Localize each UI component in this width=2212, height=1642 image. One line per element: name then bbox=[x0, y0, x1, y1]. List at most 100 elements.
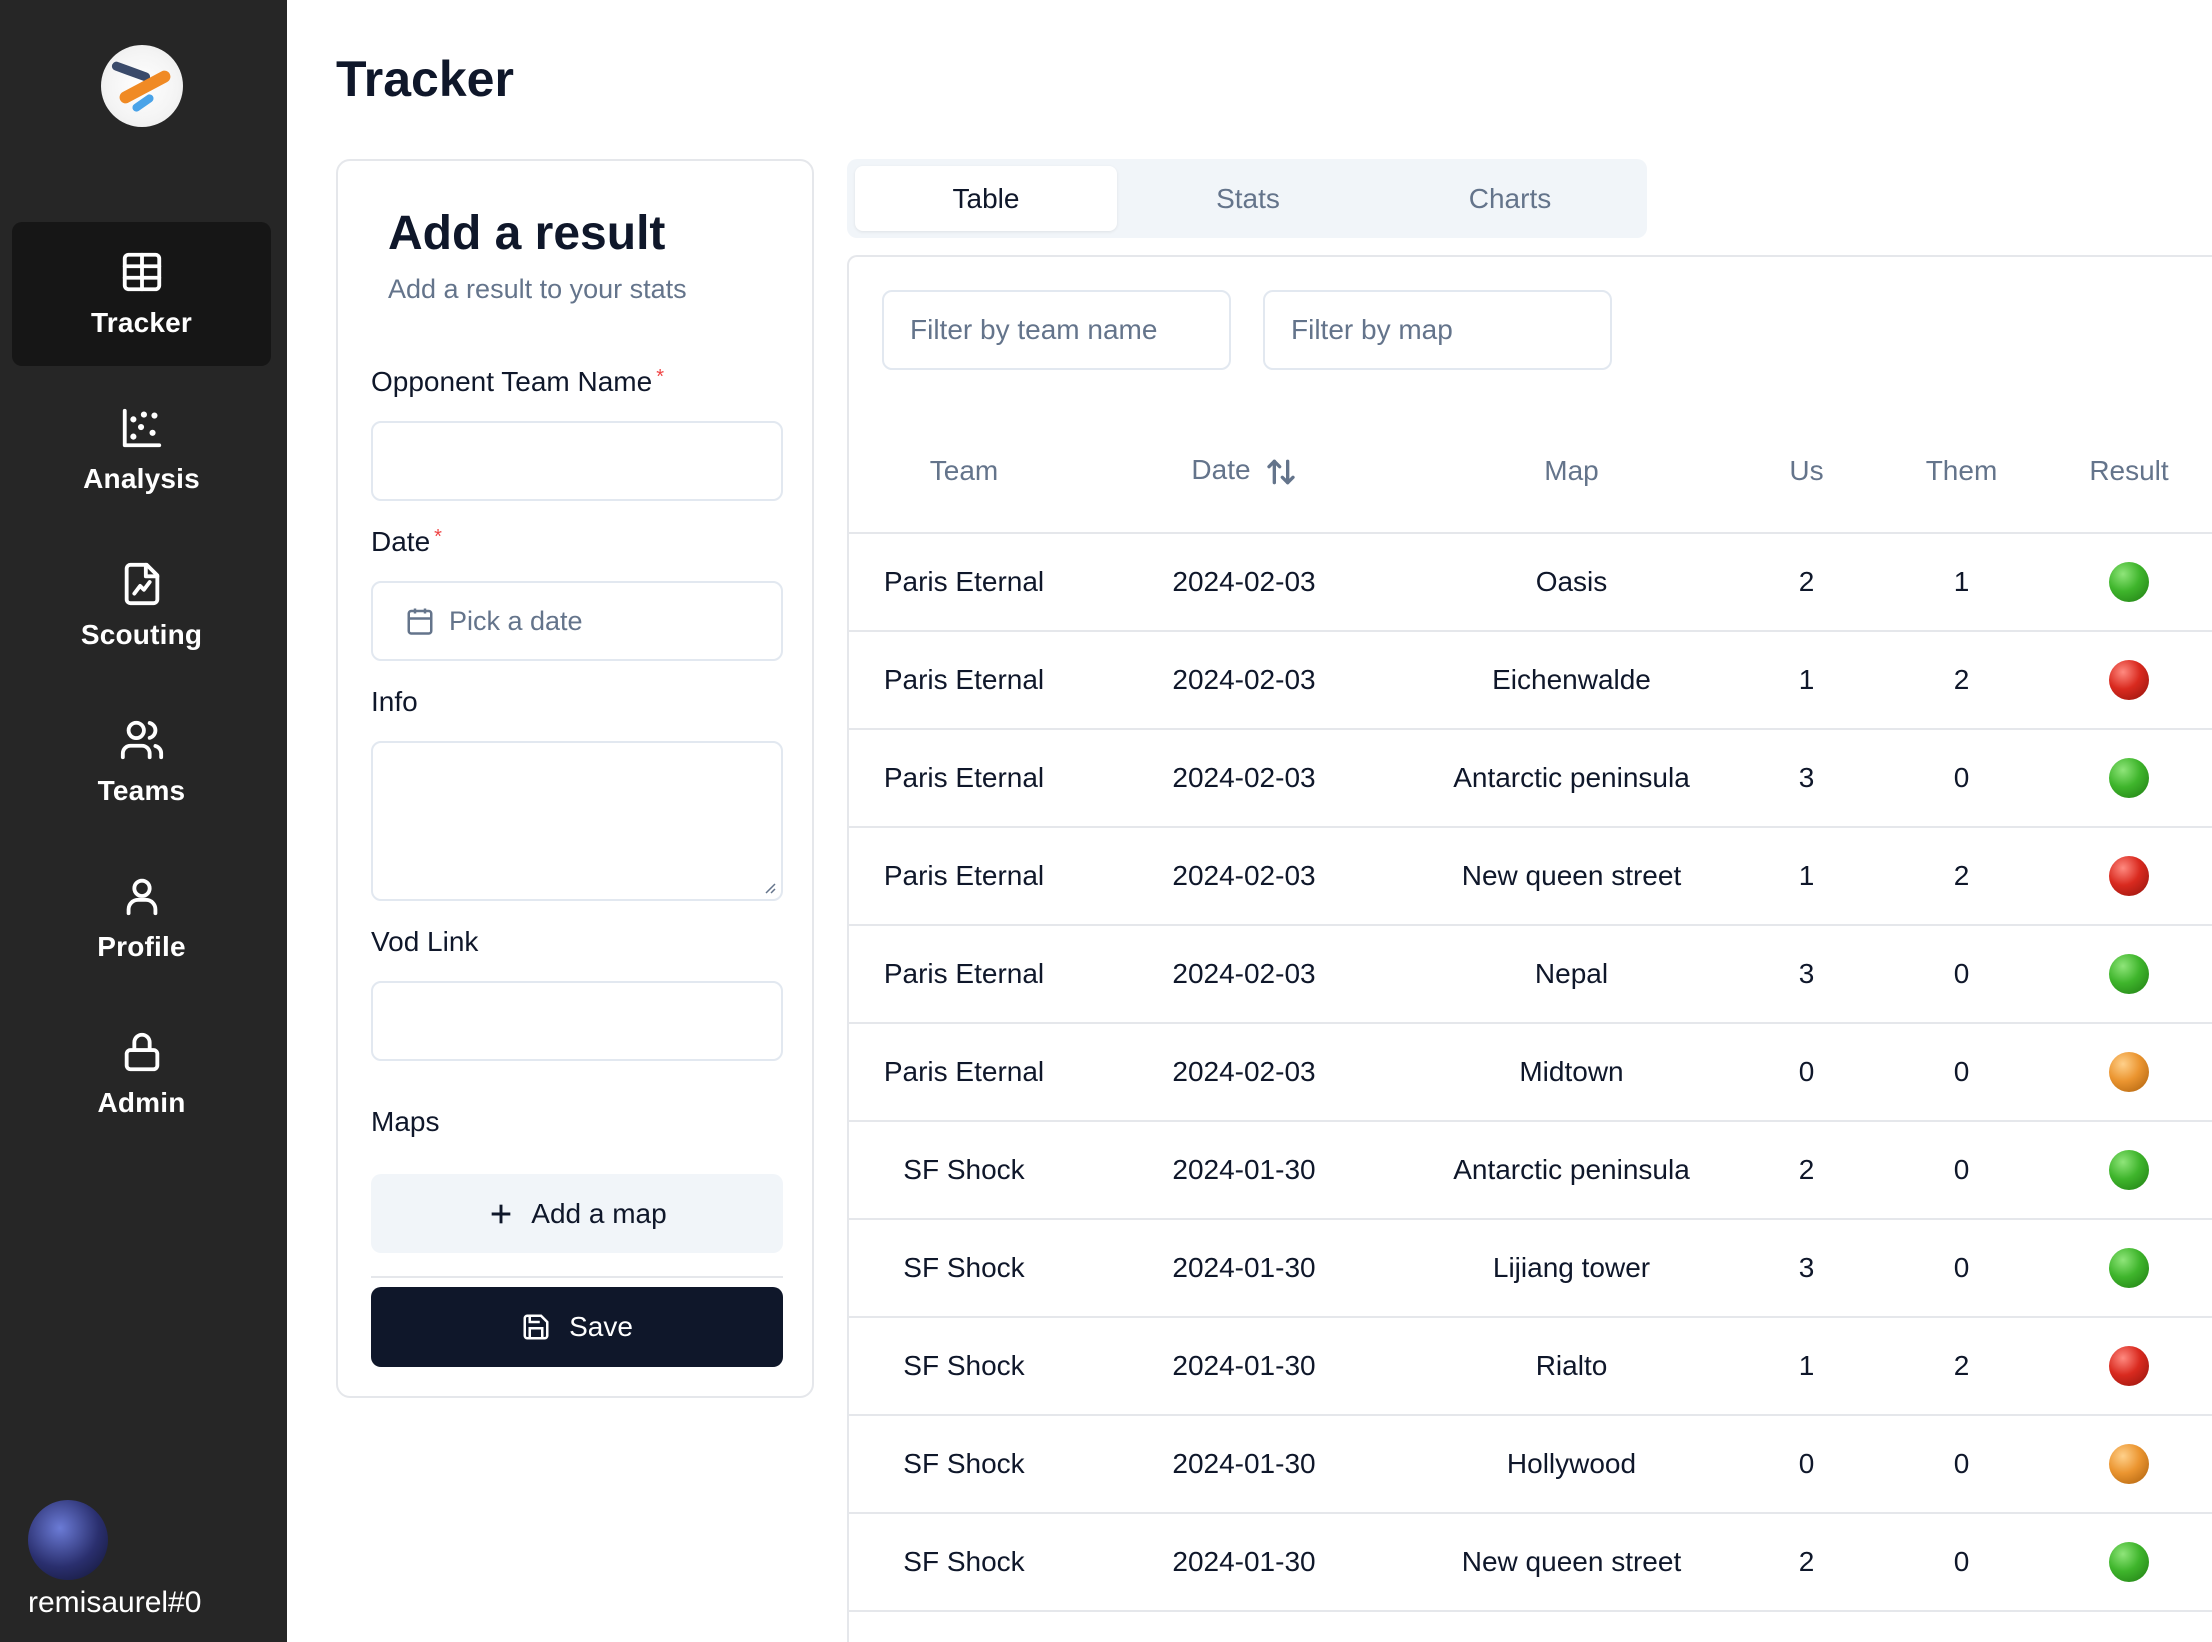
info-label: Info bbox=[371, 686, 418, 717]
vod-link-label: Vod Link bbox=[371, 926, 479, 957]
card-subtitle: Add a result to your stats bbox=[388, 274, 687, 304]
vod-link-input[interactable] bbox=[371, 981, 783, 1061]
table-row[interactable]: Paris Eternal 2024-02-03 Nepal 3 0 bbox=[849, 925, 2212, 1024]
table-row[interactable]: SF Shock 2024-01-30 Lijiang tower 3 0 bbox=[849, 1219, 2212, 1318]
info-textarea[interactable] bbox=[371, 741, 783, 901]
scatter-chart-icon bbox=[122, 408, 161, 448]
date-cell: 2024-01-30 bbox=[1079, 1219, 1409, 1318]
result-cell bbox=[2044, 533, 2212, 632]
them-score-cell: 2 bbox=[1879, 1317, 2044, 1416]
result-win-icon bbox=[2109, 1248, 2149, 1288]
them-score-cell: 0 bbox=[1879, 1415, 2044, 1514]
save-label: Save bbox=[569, 1311, 633, 1342]
calendar-icon bbox=[407, 608, 433, 635]
sidebar-item-analysis[interactable]: Analysis bbox=[12, 378, 271, 522]
add-result-card: Add a result Add a result to your stats … bbox=[336, 159, 814, 1398]
add-map-button[interactable]: Add a map bbox=[371, 1174, 783, 1253]
opponent-team-label: Opponent Team Name * bbox=[371, 366, 664, 397]
results-table: Team Date Map Us Them Result Paris Etern… bbox=[849, 410, 2212, 1612]
view-tabs: Table Stats Charts bbox=[847, 159, 1647, 238]
result-win-icon bbox=[2109, 954, 2149, 994]
sidebar-item-scouting[interactable]: Scouting bbox=[12, 534, 271, 678]
them-score-cell: 0 bbox=[1879, 1121, 2044, 1220]
map-cell: Hollywood bbox=[1409, 1415, 1734, 1514]
date-cell: 2024-02-03 bbox=[1079, 1023, 1409, 1122]
us-score-cell: 0 bbox=[1734, 1415, 1879, 1514]
sidebar-item-teams[interactable]: Teams bbox=[12, 690, 271, 834]
table-row[interactable]: Paris Eternal 2024-02-03 Antarctic peninsu… bbox=[849, 729, 2212, 828]
column-header-team: Team bbox=[849, 410, 1079, 534]
result-draw-icon bbox=[2109, 1052, 2149, 1092]
save-button[interactable]: Save bbox=[371, 1287, 783, 1367]
result-cell bbox=[2044, 729, 2212, 828]
us-score-cell: 1 bbox=[1734, 631, 1879, 730]
sort-icon[interactable] bbox=[1265, 456, 1297, 488]
date-cell: 2024-02-03 bbox=[1079, 827, 1409, 926]
table-row[interactable]: Paris Eternal 2024-02-03 Midtown 0 0 bbox=[849, 1023, 2212, 1122]
us-score-cell: 1 bbox=[1734, 1317, 1879, 1416]
table-header-row: Team Date Map Us Them Result bbox=[849, 410, 2212, 534]
team-filter-input[interactable] bbox=[882, 290, 1231, 370]
table-row[interactable]: Paris Eternal 2024-02-03 New queen street 1… bbox=[849, 827, 2212, 926]
them-score-cell: 0 bbox=[1879, 925, 2044, 1024]
card-title: Add a result bbox=[388, 207, 666, 260]
sidebar-item-label: Profile bbox=[97, 931, 186, 962]
result-cell bbox=[2044, 1121, 2212, 1220]
sidebar-item-profile[interactable]: Profile bbox=[12, 846, 271, 990]
us-score-cell: 2 bbox=[1734, 533, 1879, 632]
column-header-them: Them bbox=[1879, 410, 2044, 534]
date-cell: 2024-01-30 bbox=[1079, 1121, 1409, 1220]
table-row[interactable]: Paris Eternal 2024-02-03 Oasis 2 1 bbox=[849, 533, 2212, 632]
table-row[interactable]: SF Shock 2024-01-30 Antarctic peninsula 2 0 bbox=[849, 1121, 2212, 1220]
team-cell: SF Shock bbox=[849, 1317, 1079, 1416]
date-cell: 2024-01-30 bbox=[1079, 1317, 1409, 1416]
required-mark: * bbox=[434, 526, 442, 548]
table-row[interactable]: SF Shock 2024-01-30 Hollywood 0 0 bbox=[849, 1415, 2212, 1514]
map-cell: Lijiang tower bbox=[1409, 1219, 1734, 1318]
resize-grip-icon[interactable] bbox=[763, 881, 777, 895]
result-loss-icon bbox=[2109, 660, 2149, 700]
result-loss-icon bbox=[2109, 856, 2149, 896]
tab-charts[interactable]: Charts bbox=[1379, 166, 1641, 231]
team-cell: SF Shock bbox=[849, 1513, 1079, 1612]
sidebar-item-label: Teams bbox=[97, 775, 186, 806]
team-cell: SF Shock bbox=[849, 1415, 1079, 1514]
sidebar-item-label: Scouting bbox=[80, 619, 203, 650]
map-cell: New queen street bbox=[1409, 827, 1734, 926]
maps-label: Maps bbox=[371, 1106, 440, 1137]
result-cell bbox=[2044, 827, 2212, 926]
date-picker[interactable]: Pick a date bbox=[371, 581, 783, 661]
divider bbox=[371, 1276, 783, 1278]
tab-stats[interactable]: Stats bbox=[1117, 166, 1379, 231]
sidebar-item-admin[interactable]: Admin bbox=[12, 1002, 271, 1146]
team-cell: Paris Eternal bbox=[849, 1023, 1079, 1122]
avatar[interactable] bbox=[28, 1500, 108, 1580]
app-logo[interactable] bbox=[101, 45, 183, 127]
date-placeholder: Pick a date bbox=[449, 605, 583, 636]
team-cell: Paris Eternal bbox=[849, 925, 1079, 1024]
date-cell: 2024-01-30 bbox=[1079, 1513, 1409, 1612]
them-score-cell: 2 bbox=[1879, 631, 2044, 730]
sidebar-item-tracker[interactable]: Tracker bbox=[12, 222, 271, 366]
tab-table[interactable]: Table bbox=[855, 166, 1117, 231]
table-row[interactable]: SF Shock 2024-01-30 Rialto 1 2 bbox=[849, 1317, 2212, 1416]
required-mark: * bbox=[656, 366, 664, 388]
result-cell bbox=[2044, 1023, 2212, 1122]
them-score-cell: 0 bbox=[1879, 1219, 2044, 1318]
result-cell bbox=[2044, 1317, 2212, 1416]
result-win-icon bbox=[2109, 562, 2149, 602]
team-cell: Paris Eternal bbox=[849, 533, 1079, 632]
opponent-team-input[interactable] bbox=[371, 421, 783, 501]
result-cell bbox=[2044, 631, 2212, 730]
map-filter-input[interactable] bbox=[1263, 290, 1612, 370]
table-row[interactable]: SF Shock 2024-01-30 New queen street 2 0 bbox=[849, 1513, 2212, 1612]
them-score-cell: 0 bbox=[1879, 1023, 2044, 1122]
table-row[interactable]: Paris Eternal 2024-02-03 Eichenwalde 1 2 bbox=[849, 631, 2212, 730]
date-cell: 2024-02-03 bbox=[1079, 925, 1409, 1024]
column-header-date[interactable]: Date bbox=[1079, 410, 1409, 534]
result-loss-icon bbox=[2109, 1346, 2149, 1386]
result-win-icon bbox=[2109, 758, 2149, 798]
result-win-icon bbox=[2109, 1150, 2149, 1190]
them-score-cell: 1 bbox=[1879, 533, 2044, 632]
results-body: Paris Eternal 2024-02-03 Oasis 2 1 Paris Eter… bbox=[849, 533, 2212, 1612]
